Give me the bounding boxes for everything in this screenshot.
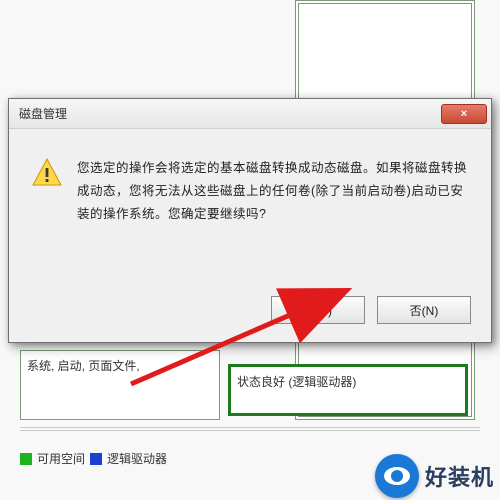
legend-label-available: 可用空间 [37, 450, 85, 467]
no-button[interactable]: 否(N) [377, 296, 471, 324]
legend-row: 可用空间 逻辑驱动器 [20, 450, 167, 467]
dialog-titlebar: 磁盘管理 × [9, 99, 491, 129]
volume-logical-text: 状态良好 (逻辑驱动器) [237, 375, 356, 389]
dialog-title: 磁盘管理 [19, 105, 67, 122]
volume-box-logical: 状态良好 (逻辑驱动器) [228, 364, 468, 416]
volume-system-text: 系统, 启动, 页面文件, [27, 359, 140, 373]
close-icon: × [461, 108, 467, 120]
dialog-body: 您选定的操作会将选定的基本磁盘转换成动态磁盘。如果将磁盘转换成动态，您将无法从这… [9, 129, 491, 236]
close-button[interactable]: × [441, 104, 487, 124]
volume-box-system: 系统, 启动, 页面文件, [20, 350, 220, 420]
yes-button[interactable]: 是(Y) [271, 296, 365, 324]
legend-swatch-logical [90, 453, 102, 465]
dialog-button-row: 是(Y) 否(N) [271, 296, 471, 324]
legend-label-logical: 逻辑驱动器 [107, 450, 167, 467]
pane-divider [20, 427, 480, 431]
watermark: 好装机 [375, 454, 494, 498]
watermark-logo-icon [375, 454, 419, 498]
warning-icon [31, 157, 63, 226]
dialog-message: 您选定的操作会将选定的基本磁盘转换成动态磁盘。如果将磁盘转换成动态，您将无法从这… [77, 157, 469, 226]
watermark-text: 好装机 [425, 460, 494, 492]
legend-swatch-available [20, 453, 32, 465]
yes-button-label: 是(Y) [304, 302, 332, 319]
no-button-label: 否(N) [410, 302, 439, 319]
confirm-dialog: 磁盘管理 × 您选定的操作会将选定的基本磁盘转换成动态磁盘。如果将磁盘转换成动态… [8, 98, 492, 343]
